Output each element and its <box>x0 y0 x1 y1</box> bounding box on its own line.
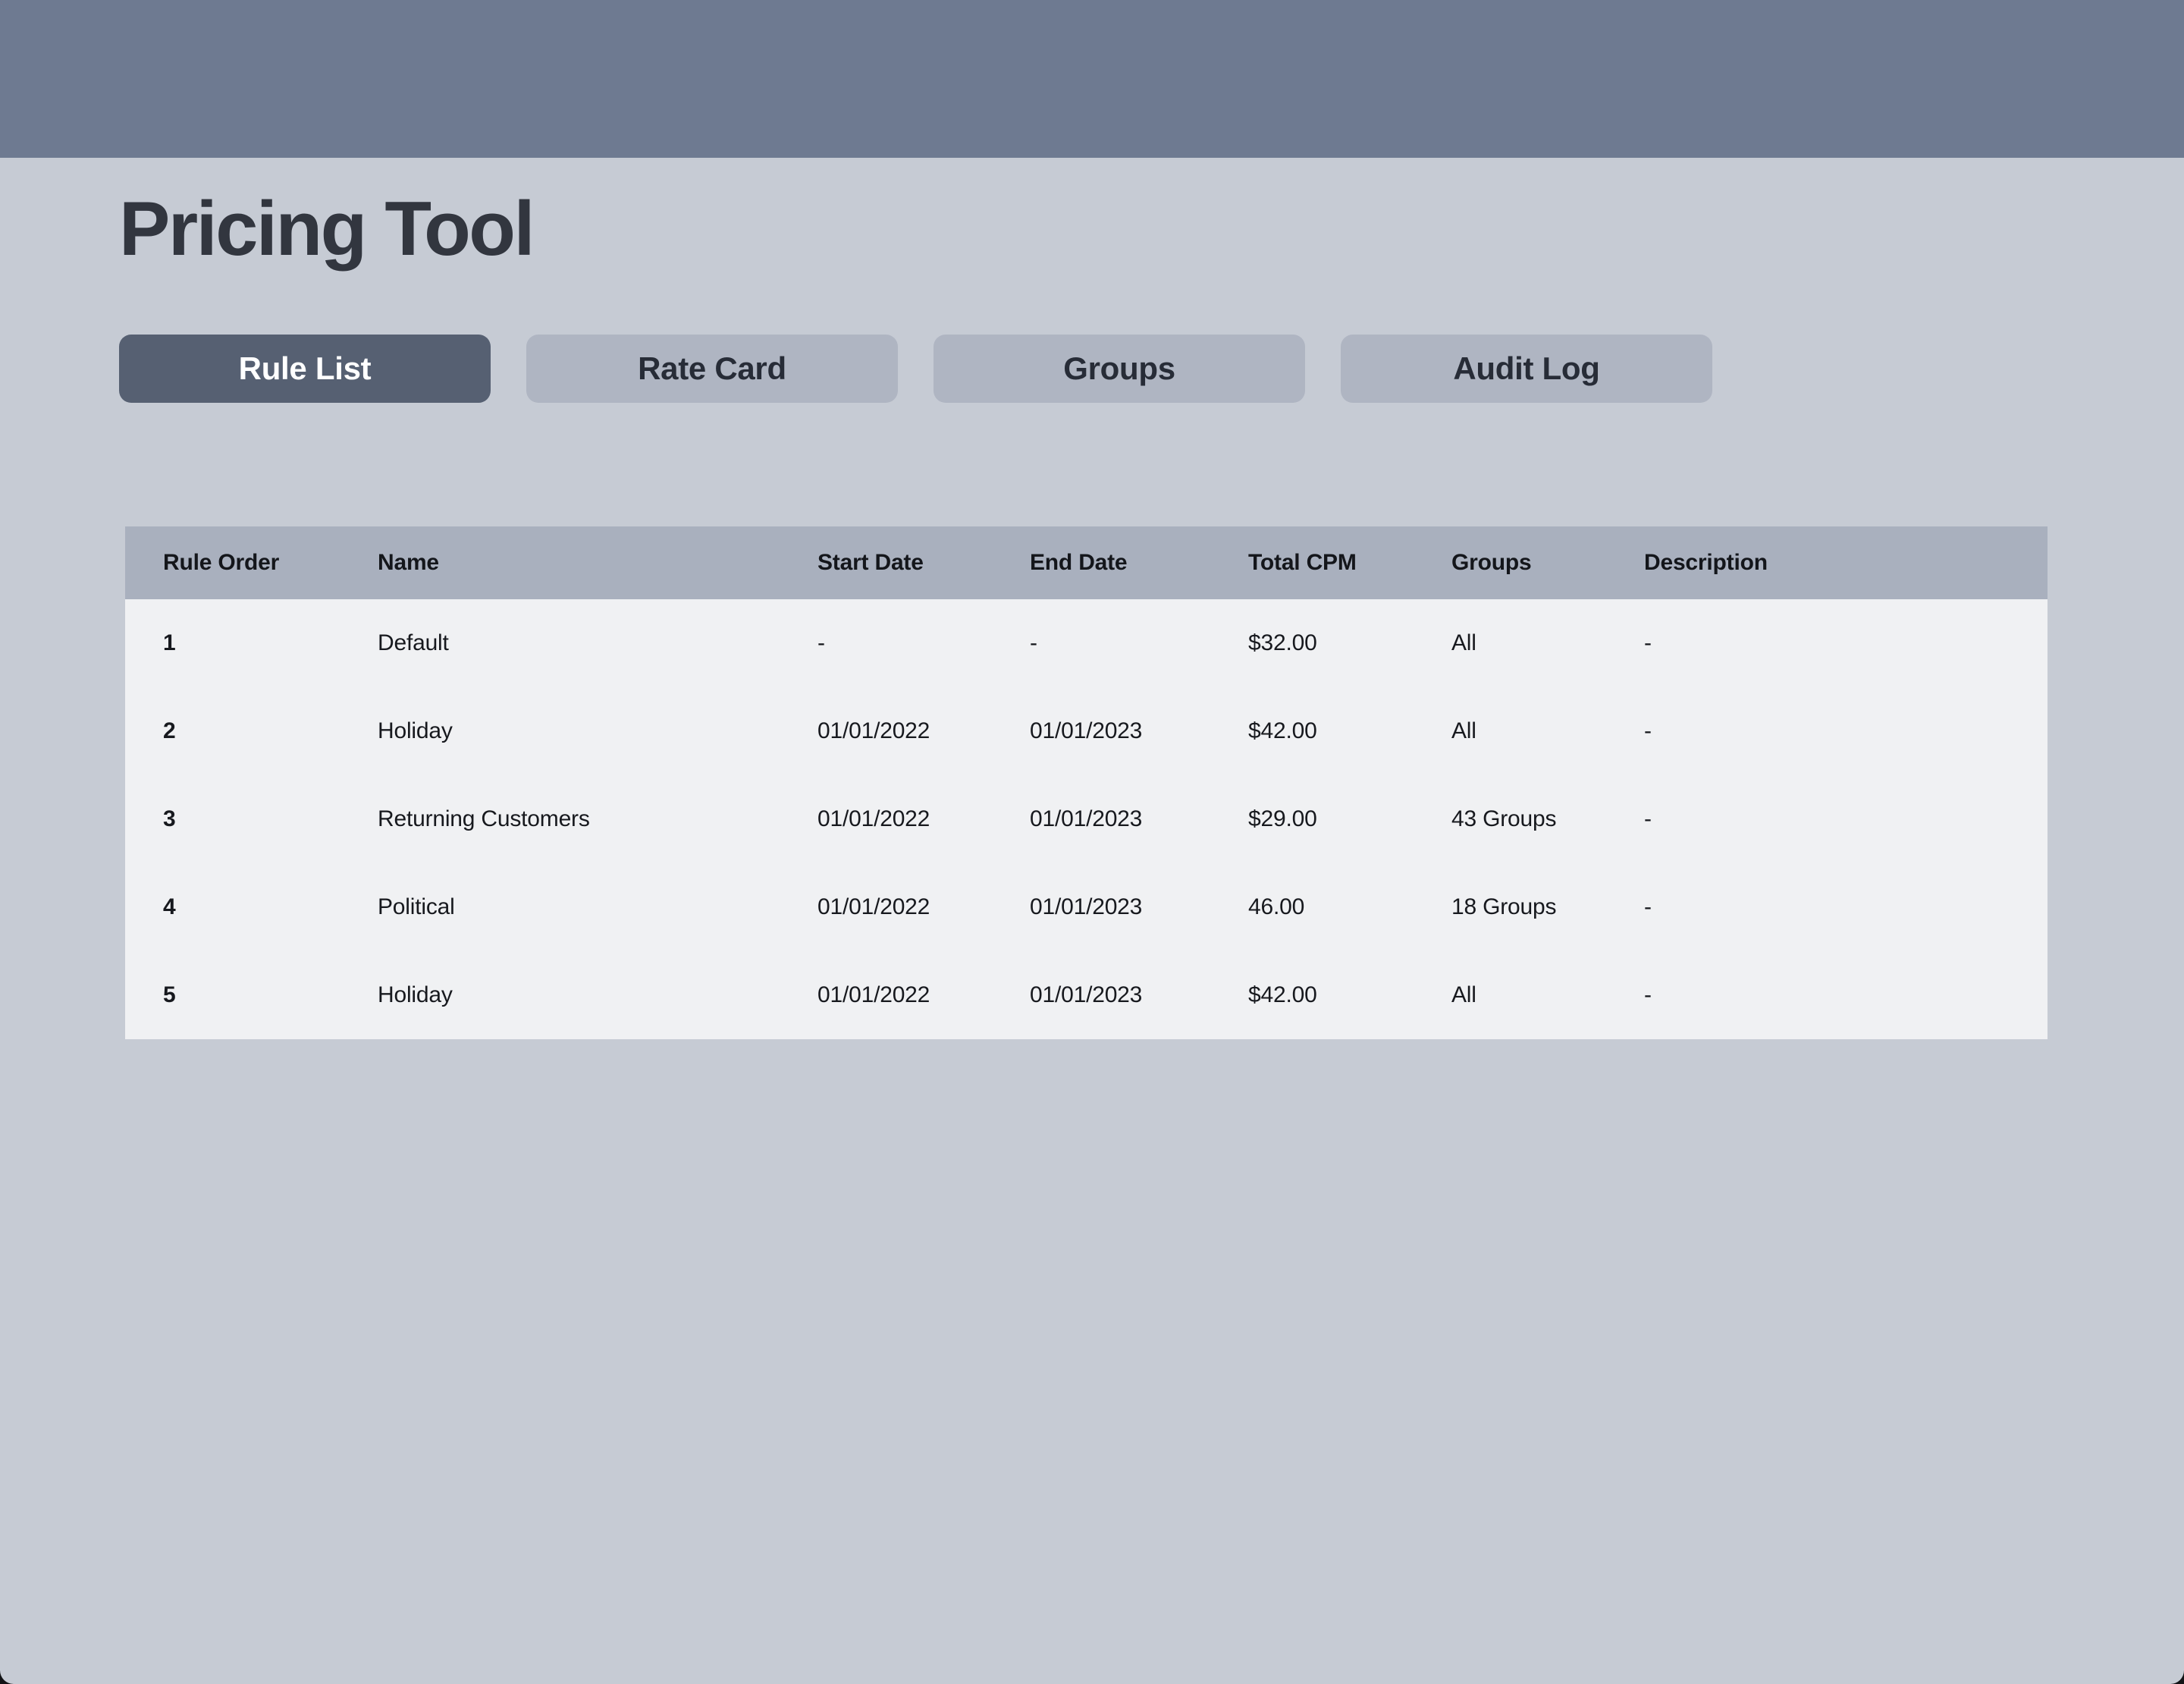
cell-start-date: 01/01/2022 <box>817 806 1030 832</box>
cell-description: - <box>1644 894 2048 920</box>
table-row[interactable]: 4 Political 01/01/2022 01/01/2023 46.00 … <box>125 863 2048 951</box>
cell-groups: 18 Groups <box>1451 894 1644 920</box>
cell-start-date: 01/01/2022 <box>817 982 1030 1008</box>
cell-rule-order: 3 <box>163 806 378 832</box>
column-header-description: Description <box>1644 550 2048 576</box>
cell-rule-order: 5 <box>163 982 378 1008</box>
column-header-end-date: End Date <box>1030 550 1248 576</box>
cell-name: Returning Customers <box>378 806 817 832</box>
cell-end-date: 01/01/2023 <box>1030 718 1248 744</box>
cell-description: - <box>1644 982 2048 1008</box>
page-title: Pricing Tool <box>119 185 2184 273</box>
cell-end-date: 01/01/2023 <box>1030 806 1248 832</box>
table-body: 1 Default - - $32.00 All - 2 Holiday 01/… <box>125 599 2048 1039</box>
cell-groups: 43 Groups <box>1451 806 1644 832</box>
cell-rule-order: 4 <box>163 894 378 920</box>
column-header-start-date: Start Date <box>817 550 1030 576</box>
cell-groups: All <box>1451 982 1644 1008</box>
table-row[interactable]: 1 Default - - $32.00 All - <box>125 599 2048 687</box>
tab-rule-list[interactable]: Rule List <box>119 335 491 403</box>
cell-name: Default <box>378 630 817 656</box>
tab-groups[interactable]: Groups <box>934 335 1305 403</box>
cell-total-cpm: 46.00 <box>1248 894 1451 920</box>
cell-total-cpm: $29.00 <box>1248 806 1451 832</box>
tab-rate-card[interactable]: Rate Card <box>526 335 898 403</box>
tab-bar: Rule List Rate Card Groups Audit Log <box>119 335 2184 403</box>
cell-end-date: 01/01/2023 <box>1030 982 1248 1008</box>
rules-table: Rule Order Name Start Date End Date Tota… <box>125 526 2048 1039</box>
cell-name: Political <box>378 894 817 920</box>
tab-audit-log[interactable]: Audit Log <box>1341 335 1712 403</box>
top-banner <box>0 0 2184 158</box>
column-header-rule-order: Rule Order <box>163 550 378 576</box>
cell-description: - <box>1644 806 2048 832</box>
cell-start-date: 01/01/2022 <box>817 718 1030 744</box>
cell-end-date: 01/01/2023 <box>1030 894 1248 920</box>
cell-rule-order: 2 <box>163 718 378 744</box>
cell-total-cpm: $42.00 <box>1248 982 1451 1008</box>
cell-start-date: - <box>817 630 1030 656</box>
table-row[interactable]: 2 Holiday 01/01/2022 01/01/2023 $42.00 A… <box>125 687 2048 775</box>
cell-end-date: - <box>1030 630 1248 656</box>
cell-name: Holiday <box>378 718 817 744</box>
cell-groups: All <box>1451 630 1644 656</box>
column-header-groups: Groups <box>1451 550 1644 576</box>
column-header-total-cpm: Total CPM <box>1248 550 1451 576</box>
cell-total-cpm: $32.00 <box>1248 630 1451 656</box>
pricing-tool-app: Pricing Tool Rule List Rate Card Groups … <box>0 0 2184 1684</box>
table-header-row: Rule Order Name Start Date End Date Tota… <box>125 526 2048 599</box>
table-row[interactable]: 5 Holiday 01/01/2022 01/01/2023 $42.00 A… <box>125 951 2048 1039</box>
cell-description: - <box>1644 630 2048 656</box>
cell-start-date: 01/01/2022 <box>817 894 1030 920</box>
cell-name: Holiday <box>378 982 817 1008</box>
column-header-name: Name <box>378 550 817 576</box>
cell-groups: All <box>1451 718 1644 744</box>
cell-total-cpm: $42.00 <box>1248 718 1451 744</box>
table-row[interactable]: 3 Returning Customers 01/01/2022 01/01/2… <box>125 775 2048 863</box>
cell-description: - <box>1644 718 2048 744</box>
cell-rule-order: 1 <box>163 630 378 656</box>
